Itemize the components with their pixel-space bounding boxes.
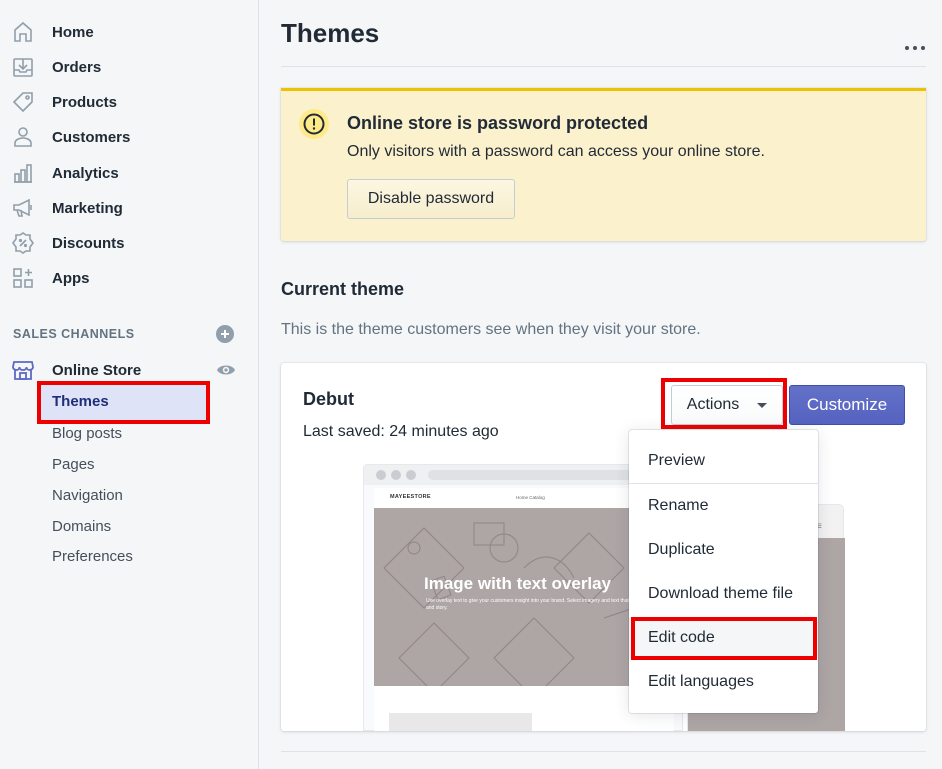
preview-logo: MAYEESTORE [390,494,431,500]
discount-badge-icon [11,231,35,255]
highlight-box-themes [37,381,210,424]
preview-content-block [389,713,532,731]
eye-icon[interactable] [216,361,236,379]
menu-item-download-theme-file[interactable]: Download theme file [629,574,818,614]
highlight-box-actions [661,378,787,429]
preview-nav: Home Catalog [516,495,545,500]
menu-item-preview[interactable]: Preview [629,441,818,481]
nav-item-home[interactable]: Home [0,16,258,48]
nav-label: Home [52,23,94,41]
theme-name: Debut [303,389,354,409]
nav-item-apps[interactable]: Apps [0,262,258,294]
add-sales-channel-icon[interactable] [216,325,234,343]
highlight-box-edit-code [631,617,817,660]
nav-label: Products [52,93,118,111]
more-actions-icon[interactable] [905,38,925,58]
main-content: Themes Online store is password protecte… [259,0,942,769]
menu-divider [629,483,818,484]
disable-password-button[interactable]: Disable password [347,179,515,219]
sidebar-sub-item-blog-posts[interactable]: Blog posts [52,425,122,442]
nav-label: Marketing [52,199,123,217]
current-theme-heading: Current theme [281,279,405,299]
actions-dropdown-menu: Preview Rename Duplicate Download theme … [629,430,818,713]
browser-dot-icon [406,470,416,480]
megaphone-icon [11,196,35,220]
nav-item-discounts[interactable]: Discounts [0,227,258,259]
menu-item-edit-languages[interactable]: Edit languages [629,662,818,702]
person-icon [11,125,35,149]
apps-grid-icon [11,266,35,290]
banner-text: Only visitors with a password can access… [347,143,765,160]
bar-chart-icon [11,161,35,185]
page-title: Themes [281,18,380,48]
orders-icon [11,55,35,79]
nav-item-products[interactable]: Products [0,86,258,118]
current-theme-description: This is the theme customers see when the… [281,321,701,338]
nav-item-orders[interactable]: Orders [0,51,258,83]
theme-card: Debut Last saved: 24 minutes ago Actions… [281,363,926,731]
menu-item-duplicate[interactable]: Duplicate [629,530,818,570]
sidebar-sub-item-pages[interactable]: Pages [52,456,95,473]
nav-item-marketing[interactable]: Marketing [0,192,258,224]
password-banner: Online store is password protected Only … [281,88,926,241]
nav-label: Orders [52,58,102,76]
home-icon [11,20,35,44]
nav-label: Discounts [52,234,125,252]
sidebar: Home Orders Products Customers Analytics… [0,0,259,769]
bottom-divider [281,751,926,752]
menu-item-rename[interactable]: Rename [629,486,818,526]
browser-dot-icon [391,470,401,480]
nav-label: Customers [52,128,131,146]
banner-title: Online store is password protected [347,113,649,133]
theme-last-saved: Last saved: 24 minutes ago [303,423,499,440]
warning-icon [299,109,329,139]
store-icon [11,358,35,382]
sidebar-sub-item-navigation[interactable]: Navigation [52,487,123,504]
sidebar-sub-item-preferences[interactable]: Preferences [52,548,133,565]
nav-label: Online Store [52,361,142,379]
nav-item-customers[interactable]: Customers [0,121,258,153]
sales-channels-heading: SALES CHANNELS [13,327,135,341]
browser-dot-icon [376,470,386,480]
sidebar-sub-item-domains[interactable]: Domains [52,518,111,535]
tag-icon [11,90,35,114]
title-divider [281,66,926,67]
customize-button[interactable]: Customize [789,385,905,425]
nav-label: Analytics [52,164,119,182]
nav-label: Apps [52,269,90,287]
nav-item-analytics[interactable]: Analytics [0,157,258,189]
